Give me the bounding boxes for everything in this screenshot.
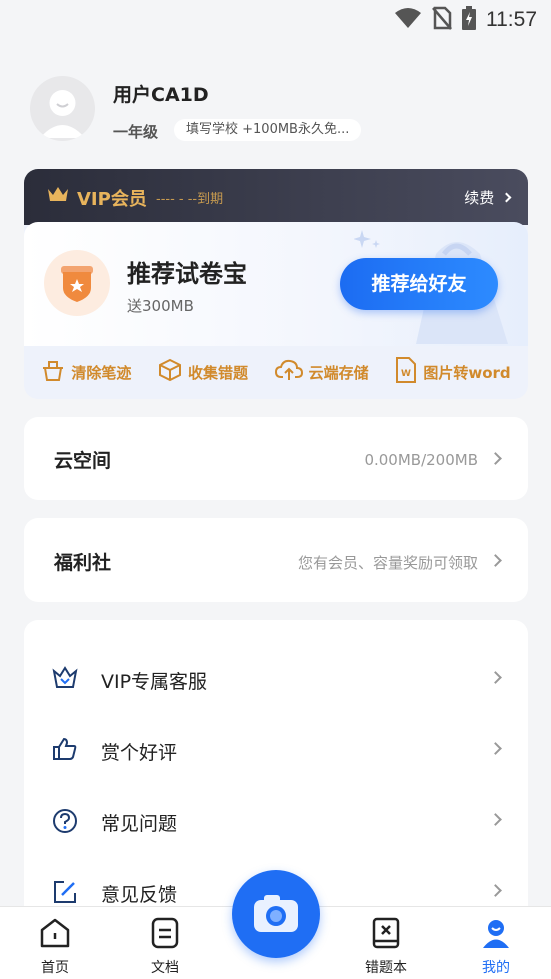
username: 用户CA1D	[113, 84, 209, 106]
menu-label: 赏个好评	[101, 742, 178, 764]
mistake-book-icon	[369, 917, 403, 953]
welfare-row[interactable]: 福利社 您有会员、容量奖励可领取	[24, 518, 528, 602]
profile-header[interactable]: 用户CA1D 一年级 填写学校 +100MB永久免...	[30, 76, 530, 146]
vip-title: VIP会员	[77, 189, 147, 210]
tab-documents[interactable]: 文档	[130, 917, 200, 977]
wifi-icon	[394, 7, 422, 33]
fill-school-tip[interactable]: 填写学校 +100MB永久免...	[174, 119, 362, 141]
tab-label: 错题本	[365, 960, 407, 976]
menu-item-faq[interactable]: 常见问题	[24, 790, 528, 850]
menu-item-rate-us[interactable]: 赏个好评	[24, 719, 528, 779]
status-bar: 11:57	[0, 0, 551, 36]
recommend-title: 推荐试卷宝	[127, 260, 247, 288]
feature-label: 图片转word	[423, 363, 511, 382]
recommend-subtitle: 送300MB	[127, 297, 194, 315]
camera-icon	[232, 895, 320, 962]
chevron-right-icon	[489, 742, 502, 755]
profile-icon	[479, 920, 513, 953]
no-sim-icon	[432, 6, 452, 34]
chevron-right-icon	[501, 192, 512, 203]
word-document-icon: W	[395, 357, 417, 387]
recommend-box: 推荐试卷宝 送300MB 推荐给好友	[24, 222, 528, 346]
feature-image-to-word[interactable]: W 图片转word	[395, 357, 511, 387]
document-icon	[148, 917, 182, 953]
vip-service-icon	[52, 666, 78, 694]
welfare-title: 福利社	[54, 552, 112, 574]
menu-label: 意见反馈	[101, 884, 178, 906]
tab-home[interactable]: 首页	[20, 917, 90, 977]
feature-cloud-storage[interactable]: 云端存储	[274, 358, 369, 386]
box-icon	[158, 358, 182, 386]
sparkle-decoration-icon	[354, 230, 380, 248]
vip-feature-list: 清除笔迹 收集错题 云端存储 W 图片转word	[24, 349, 528, 395]
tab-mistake-book[interactable]: 错题本	[351, 917, 421, 977]
chevron-right-icon	[489, 813, 502, 826]
chevron-right-icon	[489, 554, 502, 567]
vip-card: VIP会员 ---- - --到期 续费 推荐试卷宝 送300MB 推荐给好友	[24, 169, 528, 399]
cloud-space-title: 云空间	[54, 450, 112, 472]
grade-label[interactable]: 一年级	[113, 121, 158, 142]
camera-scan-button[interactable]	[232, 870, 320, 958]
welfare-hint: 您有会员、容量奖励可领取	[297, 554, 478, 572]
menu-label: VIP专属客服	[101, 671, 208, 693]
chevron-right-icon	[489, 884, 502, 897]
question-icon	[52, 808, 78, 838]
thumbs-up-icon	[52, 737, 78, 765]
feature-erase-handwriting[interactable]: 清除笔迹	[41, 358, 131, 386]
cloud-space-row[interactable]: 云空间 0.00MB/200MB	[24, 417, 528, 500]
recommend-to-friend-button[interactable]: 推荐给好友	[340, 258, 498, 310]
chevron-right-icon	[489, 671, 502, 684]
feature-label: 云端存储	[308, 363, 369, 382]
recommend-badge-icon	[44, 250, 110, 316]
crown-icon	[46, 184, 70, 208]
tab-label: 我的	[482, 960, 510, 976]
battery-charging-icon	[462, 6, 476, 34]
renew-label: 续费	[464, 189, 495, 207]
vip-header[interactable]: VIP会员 ---- - --到期 续费	[24, 169, 528, 225]
vip-expire-date: ---- - --到期	[156, 192, 224, 207]
feature-collect-mistakes[interactable]: 收集错题	[158, 358, 248, 386]
chevron-right-icon	[489, 452, 502, 465]
status-time: 11:57	[486, 8, 537, 31]
svg-text:W: W	[401, 369, 411, 379]
eraser-icon	[41, 358, 65, 386]
cloud-upload-icon	[274, 358, 303, 386]
feature-label: 收集错题	[188, 363, 249, 382]
cloud-space-usage: 0.00MB/200MB	[364, 451, 478, 469]
feature-label: 清除笔迹	[71, 363, 132, 382]
renew-button[interactable]: 续费	[464, 187, 512, 208]
tab-label: 首页	[41, 960, 69, 976]
avatar[interactable]	[30, 76, 95, 141]
menu-item-vip-service[interactable]: VIP专属客服	[24, 648, 528, 708]
menu-label: 常见问题	[101, 813, 178, 835]
edit-feedback-icon	[52, 879, 78, 909]
tab-profile[interactable]: 我的	[461, 917, 531, 977]
tab-label: 文档	[151, 960, 179, 976]
home-icon	[38, 918, 72, 953]
